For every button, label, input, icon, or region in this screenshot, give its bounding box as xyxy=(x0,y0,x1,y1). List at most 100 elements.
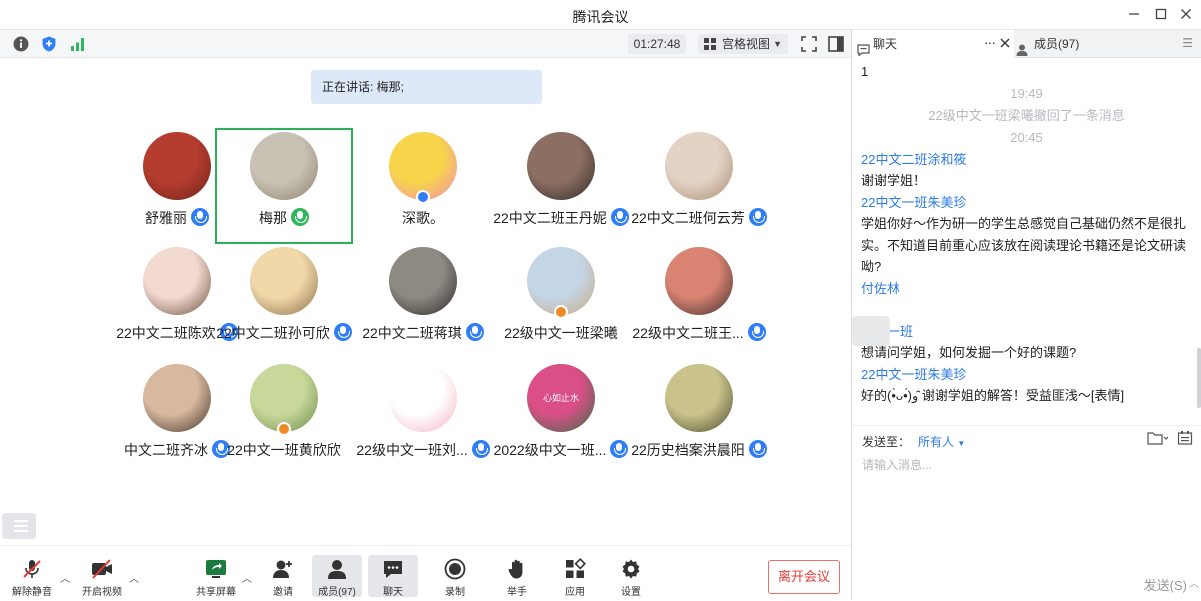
invite-button[interactable]: 邀请 xyxy=(258,546,308,601)
meeting-timer: 01:27:48 xyxy=(628,34,686,54)
record-button[interactable]: 录制 xyxy=(430,546,480,601)
view-mode-label: 宫格视图 xyxy=(722,37,771,51)
participant-tile[interactable]: 22历史档案洪晨阳 xyxy=(630,360,768,476)
participant-tile[interactable]: 22级中文一班刘... xyxy=(354,360,492,476)
view-mode-select[interactable]: 宫格视图 ▼ xyxy=(698,34,788,54)
record-icon xyxy=(444,558,466,583)
minimize-icon[interactable] xyxy=(1124,5,1144,25)
participant-tile[interactable]: 22中文二班王丹妮 xyxy=(492,128,630,244)
chat-sender[interactable]: 22中文一班朱美珍 xyxy=(861,192,1191,213)
fullscreen-icon[interactable] xyxy=(800,35,818,53)
settings-button[interactable]: 设置 xyxy=(606,546,656,601)
send-to-label: 发送至： xyxy=(862,435,911,449)
chat-panel: 聊天 ··· 成员(97) ☰ 1 19:49 22级中文一班梁曦撤回了一条消息 20… xyxy=(852,30,1201,600)
close-tab-icon[interactable] xyxy=(1000,30,1010,58)
participant-name-row: 22中文二班蒋琪 xyxy=(354,323,492,343)
shield-icon[interactable] xyxy=(40,35,58,53)
leave-meeting-button[interactable]: 离开会议 xyxy=(768,560,840,594)
avatar xyxy=(250,132,318,200)
participant-tile[interactable]: 22级中文二班王... xyxy=(630,243,768,359)
participant-tile[interactable]: 22级中文一班梁曦 xyxy=(492,243,630,359)
chat-button[interactable]: 聊天 xyxy=(368,555,418,598)
screenshot-icon[interactable] xyxy=(1177,430,1193,451)
chat-sender[interactable]: 22中文二班涂和筱 xyxy=(861,149,1191,170)
maximize-icon[interactable] xyxy=(1151,5,1171,25)
mic-muted-icon xyxy=(21,558,43,583)
info-icon[interactable] xyxy=(12,35,30,53)
participant-tile[interactable]: 心如止水 2022级中文一班... xyxy=(492,360,630,476)
chat-sender[interactable]: 22中文一班朱美珍 xyxy=(861,364,1191,385)
chat-message: 好的(•̀ᴗ•́)و ̑̑谢谢学姐的解答！受益匪浅～[表情] xyxy=(861,388,1125,403)
avatar xyxy=(665,247,733,315)
chevron-up-icon[interactable]: ︿ xyxy=(242,570,252,585)
chevron-up-icon[interactable]: ︿ xyxy=(129,570,139,585)
tab-chat[interactable]: 聊天 ··· xyxy=(852,30,1014,58)
side-panel-toggle-icon[interactable] xyxy=(827,35,845,53)
members-icon xyxy=(326,558,348,583)
mic-icon xyxy=(610,440,629,458)
chat-message: 呦? xyxy=(861,259,882,274)
signal-icon[interactable] xyxy=(69,35,87,53)
participant-tile[interactable]: 22中文二班蒋琪 xyxy=(354,243,492,359)
send-button-label: 发送(S) xyxy=(1143,578,1187,593)
participant-name-row: 22级中文二班王... xyxy=(630,323,768,343)
chat-scrollbar[interactable] xyxy=(1197,348,1201,408)
members-button[interactable]: 成员(97) xyxy=(312,555,362,598)
tab-members[interactable]: 成员(97) xyxy=(1016,30,1136,58)
mic-icon xyxy=(748,440,767,458)
send-button[interactable]: 发送(S) ︿ xyxy=(1143,575,1199,594)
share-screen-button[interactable]: 共享屏幕 xyxy=(190,546,242,601)
participant-tile[interactable]: 22中文二班何云芳 xyxy=(630,128,768,244)
chat-sender[interactable]: 付佐林 xyxy=(861,278,1191,299)
start-video-button[interactable]: 开启视频 xyxy=(76,546,128,601)
participant-tile[interactable]: 梅那 xyxy=(215,128,353,244)
participant-tile[interactable]: 22中文一班黄欣欣 xyxy=(215,360,353,476)
status-badge-icon xyxy=(416,190,430,204)
raise-hand-button[interactable]: 举手 xyxy=(492,546,542,601)
unmute-label: 解除静音 xyxy=(12,587,52,598)
floating-thumbnail[interactable] xyxy=(852,316,890,346)
participant-name: 2022级中文一班... xyxy=(493,442,607,458)
more-icon[interactable]: ··· xyxy=(984,28,996,56)
add-user-icon xyxy=(272,558,294,583)
raise-hand-label: 举手 xyxy=(507,587,527,598)
unmute-button[interactable]: 解除静音 xyxy=(6,546,58,601)
mic-icon xyxy=(747,323,766,341)
apps-button[interactable]: 应用 xyxy=(550,546,600,601)
participant-name-row: 深歌。 xyxy=(354,208,492,228)
chat-message: 想请问学姐，如何发掘一个好的课题? xyxy=(861,345,1077,360)
close-icon[interactable] xyxy=(1176,5,1196,25)
participant-name: 深歌。 xyxy=(402,210,444,226)
chat-system-note: 19:49 xyxy=(1010,85,1043,101)
participant-name: 22历史档案洪晨阳 xyxy=(631,442,745,458)
participant-tile[interactable]: 深歌。 xyxy=(354,128,492,244)
chat-sender[interactable]: 中文一班 xyxy=(861,321,1191,342)
bottom-control-bar: 解除静音 ︿ 开启视频 ︿ 共享屏幕 ︿ 邀请 成员(97) 聊天 录制 举手 … xyxy=(0,545,851,600)
participant-name: 22中文二班孙可欣 xyxy=(216,325,330,341)
share-screen-icon xyxy=(204,558,228,583)
send-to-row: 发送至： 所有人 ▼ xyxy=(862,433,965,450)
invite-label: 邀请 xyxy=(273,587,293,598)
participant-name-row: 22中文一班黄欣欣 xyxy=(215,440,353,460)
menu-icon[interactable]: ☰ xyxy=(1182,36,1193,50)
list-handle-icon[interactable] xyxy=(2,513,36,539)
participant-name: 22中文二班蒋琪 xyxy=(362,325,462,341)
members-label: 成员(97) xyxy=(318,587,356,598)
chevron-up-icon[interactable]: ︿ xyxy=(1189,575,1199,590)
participant-name-row: 22中文二班王丹妮 xyxy=(492,208,630,228)
share-screen-label: 共享屏幕 xyxy=(196,587,236,598)
participant-tile[interactable]: 22中文二班孙可欣 xyxy=(215,243,353,359)
mic-icon xyxy=(291,208,309,226)
mic-icon xyxy=(465,323,484,341)
meeting-toolbar: 01:27:48 宫格视图 ▼ xyxy=(0,30,851,58)
message-input[interactable]: 请输入消息... xyxy=(862,456,932,473)
avatar xyxy=(143,132,211,200)
avatar xyxy=(665,132,733,200)
participant-name: 梅那 xyxy=(259,210,287,226)
folder-icon[interactable] xyxy=(1147,431,1169,450)
gear-icon xyxy=(620,558,642,583)
window-title: 腾讯会议 xyxy=(572,9,629,25)
chat-icon xyxy=(382,558,404,583)
chevron-up-icon[interactable]: ︿ xyxy=(60,570,70,585)
send-to-select[interactable]: 所有人 ▼ xyxy=(918,435,965,449)
